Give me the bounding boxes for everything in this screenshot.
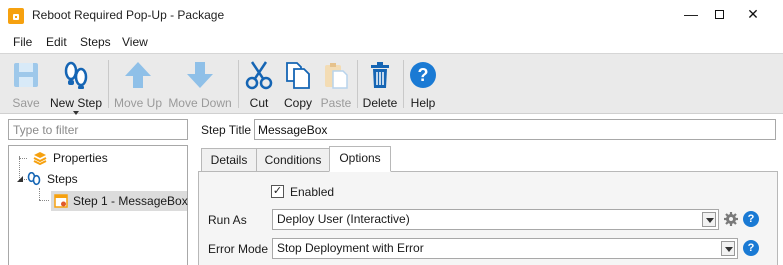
- menu-file[interactable]: File: [13, 35, 32, 49]
- toolbar-divider: [238, 60, 239, 108]
- tree-item-label: Step 1 - MessageBox: [73, 194, 188, 208]
- save-icon: [14, 63, 38, 87]
- save-label: Save: [12, 96, 40, 110]
- move-down-label: Move Down: [168, 96, 232, 110]
- tree-item-label: Steps: [47, 172, 78, 186]
- properties-icon: [33, 152, 47, 165]
- minimize-button[interactable]: —: [676, 4, 706, 26]
- save-button[interactable]: Save: [6, 58, 46, 112]
- help-button[interactable]: ? Help: [406, 58, 440, 112]
- footprints-icon: [64, 61, 88, 89]
- tree-item-steps[interactable]: Steps: [17, 169, 177, 189]
- toolbar-divider: [357, 60, 358, 108]
- toolbar-divider: [403, 60, 404, 108]
- run-as-help-icon[interactable]: ?: [743, 211, 759, 227]
- window-title: Reboot Required Pop-Up - Package: [32, 8, 225, 22]
- menu-bar: File Edit Steps View: [0, 32, 783, 53]
- tab-conditions[interactable]: Conditions: [256, 148, 330, 172]
- chevron-down-icon: [73, 111, 79, 115]
- run-as-value: Deploy User (Interactive): [277, 212, 410, 226]
- message-box-icon: [54, 194, 68, 208]
- copy-button[interactable]: Copy: [280, 58, 316, 112]
- help-icon: ?: [410, 62, 436, 88]
- toolbar: Save New Step Move Up Move Down Cut Copy…: [0, 53, 783, 115]
- move-down-button[interactable]: Move Down: [166, 58, 234, 112]
- new-step-button[interactable]: New Step: [48, 58, 104, 115]
- error-mode-value: Stop Deployment with Error: [277, 241, 424, 255]
- tree-connector: [39, 188, 40, 200]
- chevron-down-icon: [721, 241, 735, 256]
- tree-item-step-1[interactable]: Step 1 - MessageBox: [51, 191, 188, 211]
- step-tree: Properties Steps Step 1 - MessageBox: [8, 145, 188, 265]
- paste-label: Paste: [320, 96, 352, 110]
- enabled-checkbox[interactable]: ✓: [271, 185, 284, 198]
- tree-connector: [39, 200, 49, 201]
- cut-button[interactable]: Cut: [242, 58, 276, 112]
- run-as-label: Run As: [208, 213, 247, 227]
- expand-arrow-icon: [17, 176, 23, 182]
- error-mode-select[interactable]: Stop Deployment with Error: [272, 238, 738, 259]
- enabled-label: Enabled: [290, 185, 335, 199]
- app-logo-icon: [8, 8, 24, 24]
- gear-icon[interactable]: [724, 212, 738, 226]
- tree-connector: [19, 158, 27, 159]
- tab-details[interactable]: Details: [201, 148, 257, 172]
- trash-icon: [371, 62, 389, 88]
- chevron-down-icon: [702, 212, 716, 227]
- copy-label: Copy: [283, 96, 312, 110]
- close-button[interactable]: ✕: [738, 4, 768, 26]
- svg-text:?: ?: [418, 65, 429, 85]
- new-step-label: New Step: [49, 96, 103, 110]
- tab-options[interactable]: Options: [329, 146, 391, 172]
- move-up-button[interactable]: Move Up: [111, 58, 165, 112]
- step-title-label: Step Title: [201, 123, 252, 137]
- arrow-down-icon: [187, 62, 213, 88]
- scissors-icon: [245, 61, 273, 90]
- error-mode-label: Error Mode: [208, 242, 269, 256]
- tree-item-label: Properties: [53, 151, 108, 165]
- maximize-icon: [714, 10, 724, 19]
- tree-item-properties[interactable]: Properties: [33, 148, 183, 168]
- copy-icon: [286, 62, 310, 89]
- menu-steps[interactable]: Steps: [80, 35, 111, 49]
- filter-input[interactable]: [8, 119, 188, 140]
- title-bar: Reboot Required Pop-Up - Package — ✕: [0, 0, 783, 32]
- paste-button[interactable]: Paste: [318, 58, 354, 112]
- help-label: Help: [410, 96, 436, 110]
- paste-icon: [325, 63, 348, 89]
- cut-label: Cut: [249, 96, 269, 110]
- maximize-button[interactable]: [704, 4, 734, 26]
- footprints-icon: [27, 172, 41, 186]
- step-title-input[interactable]: [254, 119, 776, 140]
- delete-label: Delete: [362, 96, 398, 110]
- run-as-select[interactable]: Deploy User (Interactive): [272, 209, 719, 230]
- error-mode-help-icon[interactable]: ?: [743, 240, 759, 256]
- delete-button[interactable]: Delete: [360, 58, 400, 112]
- menu-view[interactable]: View: [122, 35, 148, 49]
- menu-edit[interactable]: Edit: [46, 35, 67, 49]
- move-up-label: Move Up: [113, 96, 163, 110]
- toolbar-divider: [108, 60, 109, 108]
- arrow-up-icon: [125, 62, 151, 88]
